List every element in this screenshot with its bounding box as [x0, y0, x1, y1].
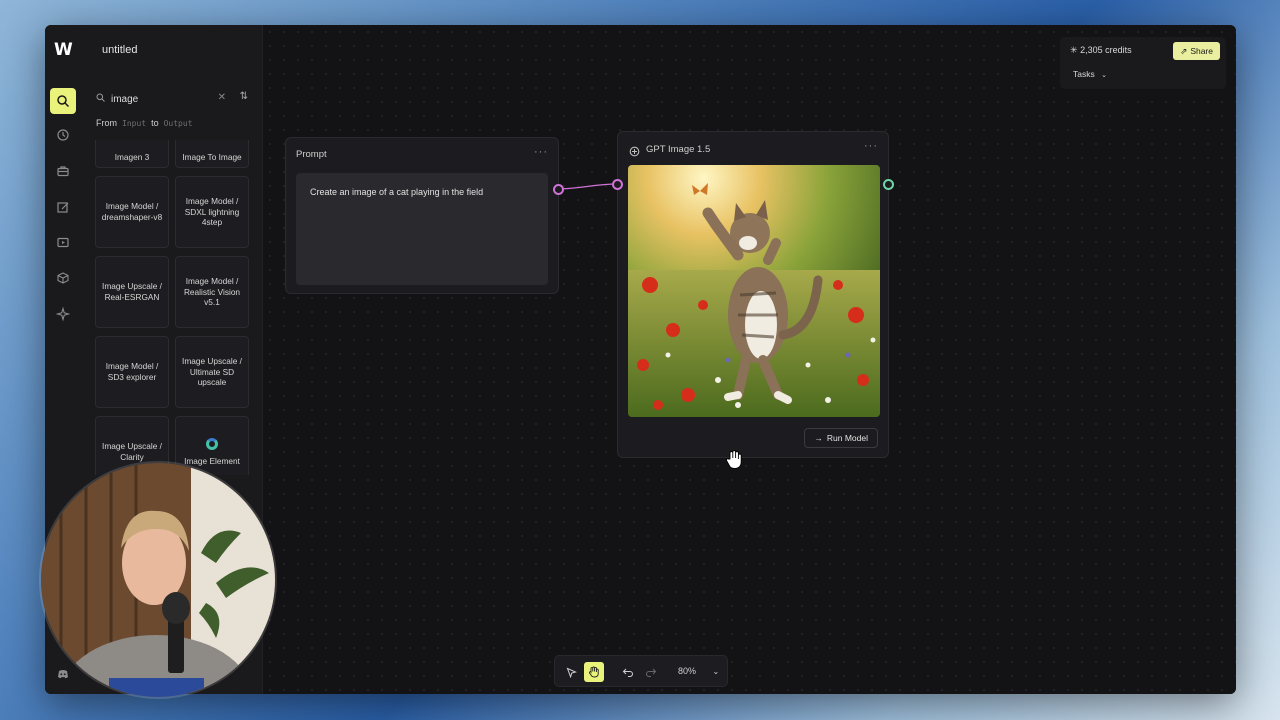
- select-tool-icon[interactable]: [561, 662, 581, 682]
- to-label: to: [151, 118, 159, 128]
- share-label: Share: [1190, 46, 1213, 56]
- share-icon: ⇗: [1180, 45, 1188, 56]
- element-logo-icon: [206, 437, 218, 450]
- undo-icon[interactable]: [618, 662, 638, 682]
- from-label: From: [96, 118, 117, 128]
- model-card-label: Image To Image: [182, 152, 242, 163]
- search-icon[interactable]: [50, 88, 76, 114]
- model-card-label: Image Model / Realistic Vision v5.1: [183, 275, 241, 308]
- model-card[interactable]: Image Model / Realistic Vision v5.1: [175, 256, 249, 328]
- sort-icon[interactable]: ⇅: [240, 91, 248, 102]
- account-bar: ✳ 2,305 credits ⇗ Share Tasks ⌄: [1060, 37, 1226, 89]
- model-card-label: Image Upscale / Clarity: [102, 441, 162, 462]
- search-input[interactable]: image: [111, 94, 138, 105]
- more-icon[interactable]: ···: [534, 146, 548, 158]
- toolbox-icon[interactable]: [50, 158, 76, 184]
- input-port[interactable]: [612, 179, 623, 190]
- model-card[interactable]: Image Upscale / Ultimate SD upscale: [175, 336, 249, 408]
- model-card[interactable]: Imagen 3: [95, 140, 169, 168]
- model-card-label: Image Element: [184, 455, 240, 466]
- model-card-label: Image Upscale / Real-ESRGAN: [102, 281, 162, 302]
- output-port[interactable]: [553, 184, 564, 195]
- document-title[interactable]: untitled: [102, 44, 137, 56]
- model-card-label: Image Model / SD3 explorer: [105, 361, 159, 382]
- cube-icon[interactable]: [50, 265, 76, 291]
- run-model-label: Run Model: [826, 433, 868, 443]
- tasks-dropdown[interactable]: Tasks ⌄: [1073, 69, 1107, 79]
- chevron-down-icon: ⌄: [712, 667, 720, 676]
- zoom-select[interactable]: 80% ⌄: [678, 666, 719, 676]
- run-model-button[interactable]: → Run Model: [804, 428, 878, 448]
- model-card[interactable]: Image Upscale / Real-ESRGAN: [95, 256, 169, 328]
- model-card[interactable]: Image To Image: [175, 140, 249, 168]
- model-grid: Imagen 3 Image To Image Image Model / dr…: [95, 140, 251, 475]
- generated-image: [628, 165, 880, 417]
- search-icon: [96, 93, 105, 105]
- webcam-overlay: [39, 461, 277, 699]
- redo-icon[interactable]: [641, 662, 661, 682]
- canvas-toolbar: 80% ⌄: [554, 655, 728, 687]
- node-title: GPT Image 1.5: [646, 144, 711, 155]
- input-filter-chip[interactable]: Input: [122, 119, 146, 128]
- chevron-down-icon: ⌄: [1101, 72, 1107, 79]
- history-icon[interactable]: [50, 122, 76, 148]
- credits-label: 2,305 credits: [1080, 45, 1132, 55]
- hand-tool-icon[interactable]: [584, 662, 604, 682]
- node-title: Prompt: [296, 149, 327, 160]
- clear-search-icon[interactable]: ✕: [218, 92, 226, 103]
- prompt-textarea[interactable]: Create an image of a cat playing in the …: [296, 173, 548, 285]
- search-bar[interactable]: image ✕ ⇅: [96, 90, 252, 108]
- tasks-label: Tasks: [1073, 69, 1095, 79]
- sparkle-icon[interactable]: [50, 301, 76, 327]
- model-card-label: Imagen 3: [114, 152, 150, 163]
- model-card[interactable]: Image Model / dreamshaper-v8: [95, 176, 169, 248]
- output-filter-chip[interactable]: Output: [164, 119, 193, 128]
- output-port[interactable]: [883, 179, 894, 190]
- model-card[interactable]: Image Model / SD3 explorer: [95, 336, 169, 408]
- edit-image-icon[interactable]: [50, 194, 76, 220]
- model-node[interactable]: GPT Image 1.5 ··· → Run Model: [612, 131, 894, 458]
- zoom-value: 80%: [678, 666, 697, 676]
- credits-display: ✳ 2,305 credits: [1070, 45, 1132, 56]
- model-card-label: Image Model / SDXL lightning 4step: [184, 195, 240, 228]
- share-button[interactable]: ⇗ Share: [1173, 42, 1220, 60]
- asterisk-icon: ✳: [1070, 45, 1078, 55]
- model-card-label: Image Model / dreamshaper-v8: [101, 201, 163, 222]
- prompt-node[interactable]: Prompt ··· Create an image of a cat play…: [285, 137, 564, 294]
- discord-icon[interactable]: [50, 661, 76, 687]
- model-card[interactable]: Image Model / SDXL lightning 4step: [175, 176, 249, 248]
- app-logo-icon[interactable]: W: [54, 42, 73, 59]
- more-icon[interactable]: ···: [864, 140, 878, 152]
- hand-cursor-icon: [725, 450, 743, 475]
- openai-icon: [629, 144, 640, 162]
- workflow-canvas[interactable]: Prompt ··· Create an image of a cat play…: [263, 25, 1236, 694]
- io-filter: From Input to Output: [96, 118, 193, 128]
- arrow-right-icon: →: [814, 433, 823, 443]
- model-card-label: Image Upscale / Ultimate SD upscale: [182, 355, 242, 388]
- video-icon[interactable]: [50, 229, 76, 255]
